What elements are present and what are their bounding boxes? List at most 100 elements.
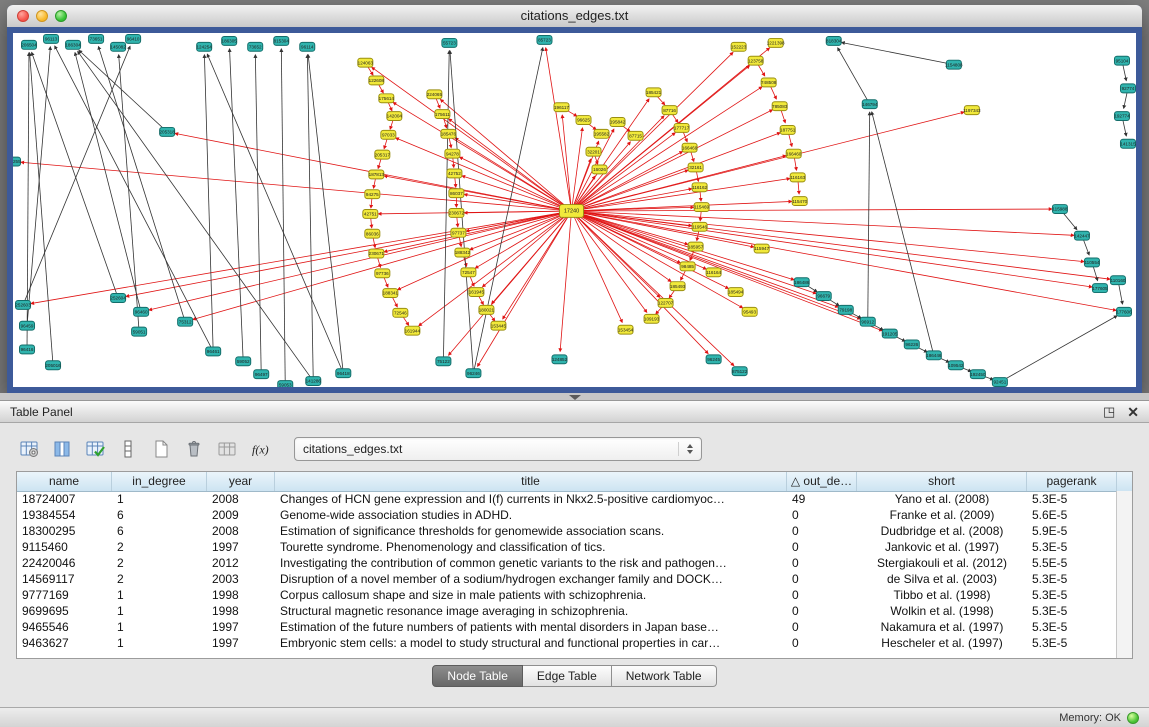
tab-node-table[interactable]: Node Table [432, 665, 523, 687]
graph-edge [464, 211, 571, 213]
network-canvas[interactable]: 1724012406312260817561414200497033205317… [7, 27, 1142, 393]
network-window-titlebar[interactable]: citations_edges.txt [7, 5, 1142, 28]
table-cell: Disruption of a novel member of a sodium… [275, 571, 787, 587]
table-cell: 1997 [207, 635, 275, 651]
tab-network-table[interactable]: Network Table [612, 665, 717, 687]
table-cell: 1 [112, 619, 207, 635]
graph-node-label: 75122 [437, 359, 450, 364]
table-cell: 6 [112, 507, 207, 523]
graph-node-label: 98485 [681, 264, 694, 269]
graph-node-label: 875122 [732, 369, 748, 374]
graph-edge [307, 55, 313, 381]
graph-node-label: 97736 [376, 271, 389, 276]
table-cell: Estimation of significance thresholds fo… [275, 523, 787, 539]
graph-node-label: 123758 [748, 58, 764, 63]
table-cell: 5.3E-5 [1027, 603, 1117, 619]
row-height-button[interactable] [115, 437, 141, 461]
table-cell: 1998 [207, 603, 275, 619]
table-cell: 2012 [207, 555, 275, 571]
graph-node-label: 206504 [21, 43, 37, 48]
graph-node-label: 1154808 [945, 62, 963, 67]
graph-edge [419, 211, 572, 326]
table-row[interactable]: 1938455462009Genome-wide association stu… [17, 507, 1117, 523]
table-panel: Table Panel ◳ ✕ f(x) citations_edges.txt… [0, 400, 1149, 707]
graph-node-label: 96912 [861, 319, 874, 324]
table-row[interactable]: 946362711997Embryonic stem cells: a mode… [17, 635, 1117, 651]
column-header-name[interactable]: name [17, 472, 112, 491]
graph-node-label: 185421 [646, 90, 662, 95]
table-cell: 0 [787, 555, 857, 571]
column-header-year[interactable]: year [207, 472, 275, 491]
table-row[interactable]: 969969511998Structural magnetic resonanc… [17, 603, 1117, 619]
table-cell: 5.3E-5 [1027, 491, 1117, 507]
graph-node-label: 124255 [13, 159, 21, 164]
table-cell: 2008 [207, 491, 275, 507]
graph-node-label: 92451 [993, 380, 1006, 385]
graph-node-label: 59052 [237, 359, 250, 364]
import-table-icon [217, 439, 237, 459]
table-cell: 0 [787, 571, 857, 587]
column-header-short[interactable]: short [857, 472, 1027, 491]
graph-edge [571, 151, 682, 211]
graph-node-label: 142447 [1074, 233, 1090, 238]
table-cell: 5.3E-5 [1027, 619, 1117, 635]
network-table-select[interactable]: citations_edges.txt [294, 437, 702, 461]
table-cell: Estimation of the future numbers of pati… [275, 619, 787, 635]
graph-node-label: 116162 [692, 185, 707, 190]
tab-edge-table[interactable]: Edge Table [523, 665, 612, 687]
graph-node-label: 85723 [538, 38, 551, 43]
network-graph[interactable]: 1724012406312260817561414200497033205317… [13, 33, 1136, 387]
table-toolbar: f(x) citations_edges.txt [16, 433, 1133, 465]
column-header-in_degree[interactable]: in_degree [112, 472, 207, 491]
graph-node-label: 124852 [552, 357, 568, 362]
graph-edge [21, 162, 572, 211]
table-vertical-scrollbar[interactable] [1116, 491, 1132, 658]
graph-node-label: 818304 [826, 39, 842, 44]
graph-edge [449, 119, 572, 211]
graph-node-label: 141286 [306, 379, 322, 384]
function-builder-button[interactable]: f(x) [247, 437, 273, 461]
float-panel-icon[interactable]: ◳ [1103, 405, 1115, 418]
zoom-window-button[interactable] [55, 10, 67, 22]
graph-node-label: 55723 [443, 41, 456, 46]
table-row[interactable]: 2242004622012Investigating the contribut… [17, 555, 1117, 571]
graph-edge [396, 138, 572, 211]
table-cell: 49 [787, 491, 857, 507]
minimize-window-button[interactable] [36, 10, 48, 22]
delete-table-icon [184, 439, 204, 459]
select-columns-button[interactable] [49, 437, 75, 461]
graph-node-label: 205016 [45, 363, 61, 368]
new-table-button[interactable] [148, 437, 174, 461]
table-row[interactable]: 1456911722003Disruption of a novel membe… [17, 571, 1117, 587]
graph-edge [78, 51, 314, 381]
table-row[interactable]: 911546021997Tourette syndrome. Phenomeno… [17, 539, 1117, 555]
table-row[interactable]: 977716911998Corpus callosum shape and si… [17, 587, 1117, 603]
table-row[interactable]: 1830029562008Estimation of significance … [17, 523, 1117, 539]
table-row[interactable]: 1872400712008Changes of HCN gene express… [17, 491, 1117, 507]
table-edit-button[interactable] [82, 437, 108, 461]
column-header-out_de[interactable]: △ out_de… [787, 472, 857, 491]
table-cell: 2003 [207, 571, 275, 587]
table-cell: Tibbo et al. (1998) [857, 587, 1027, 603]
import-table-button[interactable] [214, 437, 240, 461]
graph-node-label: 116163 [790, 175, 805, 180]
close-window-button[interactable] [17, 10, 29, 22]
column-header-title[interactable]: title [275, 472, 787, 491]
graph-node-label: 72547 [462, 270, 475, 275]
column-header-pagerank[interactable]: pagerank [1027, 472, 1117, 491]
table-cell: 18300295 [17, 523, 112, 539]
table-cell: 1998 [207, 587, 275, 603]
table-row[interactable]: 946554611997Estimation of the future num… [17, 619, 1117, 635]
delete-table-button[interactable] [181, 437, 207, 461]
table-body: 1872400712008Changes of HCN gene express… [17, 491, 1117, 658]
graph-node-label: 192774 [1114, 114, 1130, 119]
graph-node-label: 186446 [926, 353, 942, 358]
graph-node-label: 187813 [369, 172, 385, 177]
graph-edge [443, 51, 449, 361]
graph-node-label: 153454 [618, 327, 634, 332]
close-panel-icon[interactable]: ✕ [1127, 405, 1139, 419]
table-settings-button[interactable] [16, 437, 42, 461]
graph-edge [255, 55, 261, 374]
graph-node-label: 115470 [792, 199, 807, 204]
graph-node-label: 252604 [110, 296, 126, 301]
